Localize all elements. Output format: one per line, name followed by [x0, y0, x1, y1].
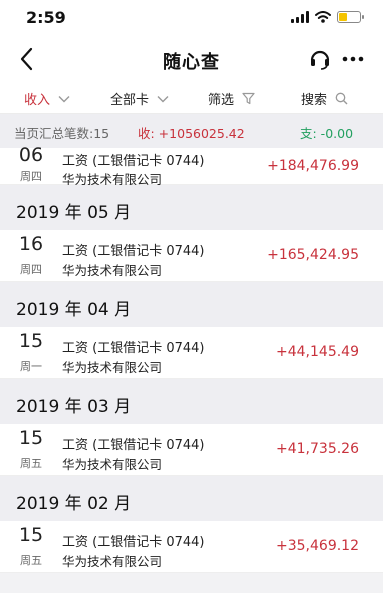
- card-filter-dropdown[interactable]: 全部卡: [110, 89, 169, 108]
- chevron-down-icon: [58, 95, 70, 102]
- month-header: 2019 年 04 月: [0, 282, 383, 327]
- status-time: 2:59: [26, 8, 66, 27]
- filter-label: 筛选: [208, 93, 235, 108]
- filter-button[interactable]: 筛选: [208, 89, 255, 108]
- signal-icon: [291, 11, 309, 23]
- filter-bar: 收入 全部卡 筛选 搜索: [0, 82, 383, 114]
- transaction-weekday: 周五: [20, 554, 42, 567]
- transaction-description: 工资 (工银借记卡 0744): [62, 341, 205, 356]
- month-label: 2019 年 03 月: [16, 397, 132, 417]
- transaction-weekday: 周五: [20, 457, 42, 470]
- transaction-company: 华为技术有限公司: [62, 263, 163, 278]
- funnel-icon: [242, 92, 255, 105]
- transaction-company: 华为技术有限公司: [62, 554, 163, 569]
- search-icon: [335, 92, 348, 105]
- transaction-row[interactable]: 15 周五 工资 (工银借记卡 0744) 华为技术有限公司 +35,469.1…: [0, 521, 383, 573]
- transaction-row[interactable]: 15 周一 工资 (工银借记卡 0744) 华为技术有限公司 +44,145.4…: [0, 327, 383, 379]
- summary-income: 收: +1056025.42: [138, 126, 245, 141]
- month-label: 2019 年 04 月: [16, 300, 132, 320]
- nav-bar: 随心查: [0, 36, 383, 82]
- transaction-description: 工资 (工银借记卡 0744): [62, 438, 205, 453]
- transaction-weekday: 周一: [20, 360, 42, 373]
- search-button[interactable]: 搜索: [301, 89, 348, 108]
- transaction-row[interactable]: 15 周五 工资 (工银借记卡 0744) 华为技术有限公司 +41,735.2…: [0, 424, 383, 476]
- transaction-day: 15: [18, 427, 44, 449]
- summary-expense: 支: -0.00: [300, 126, 354, 141]
- transaction-amount: +165,424.95: [267, 247, 359, 263]
- transaction-row[interactable]: 06 周四 工资 (工银借记卡 0744) 华为技术有限公司 +184,476.…: [0, 144, 383, 187]
- transaction-amount: +44,145.49: [276, 344, 359, 360]
- month-header: 2019 年 05 月: [0, 185, 383, 230]
- transaction-amount: +184,476.99: [267, 158, 359, 174]
- transaction-day: 15: [18, 330, 44, 352]
- search-label: 搜索: [301, 93, 328, 108]
- card-filter-label: 全部卡: [110, 93, 150, 108]
- summary-count: 当页汇总笔数:15: [14, 126, 110, 141]
- month-header: 2019 年 02 月: [0, 476, 383, 521]
- transaction-weekday: 周四: [20, 263, 42, 276]
- chevron-down-icon: [157, 95, 169, 102]
- transaction-amount: +41,735.26: [276, 441, 359, 457]
- transaction-description: 工资 (工银借记卡 0744): [62, 535, 205, 550]
- status-bar: 2:59: [0, 0, 383, 36]
- summary-bar: 当页汇总笔数:15 收: +1056025.42 支: -0.00: [0, 114, 383, 148]
- transaction-company: 华为技术有限公司: [62, 457, 163, 472]
- month-label: 2019 年 05 月: [16, 203, 132, 223]
- transaction-day: 06: [18, 144, 44, 166]
- month-header: 2019 年 03 月: [0, 379, 383, 424]
- headset-icon[interactable]: [309, 47, 331, 71]
- transaction-description: 工资 (工银借记卡 0744): [62, 244, 205, 259]
- wifi-icon: [315, 11, 331, 23]
- income-filter-label: 收入: [24, 93, 51, 108]
- transaction-list[interactable]: 06 周四 工资 (工银借记卡 0744) 华为技术有限公司 +184,476.…: [0, 144, 383, 573]
- battery-icon: [337, 11, 364, 23]
- transaction-day: 16: [18, 233, 44, 255]
- more-dots-icon[interactable]: [341, 48, 365, 70]
- transaction-weekday: 周四: [20, 170, 42, 183]
- month-label: 2019 年 02 月: [16, 494, 132, 514]
- transaction-amount: +35,469.12: [276, 538, 359, 554]
- transaction-row[interactable]: 16 周四 工资 (工银借记卡 0744) 华为技术有限公司 +165,424.…: [0, 230, 383, 282]
- income-filter-dropdown[interactable]: 收入: [24, 89, 70, 108]
- transaction-description: 工资 (工银借记卡 0744): [62, 154, 205, 169]
- status-icons: [291, 11, 364, 23]
- transaction-day: 15: [18, 524, 44, 546]
- transaction-company: 华为技术有限公司: [62, 360, 163, 375]
